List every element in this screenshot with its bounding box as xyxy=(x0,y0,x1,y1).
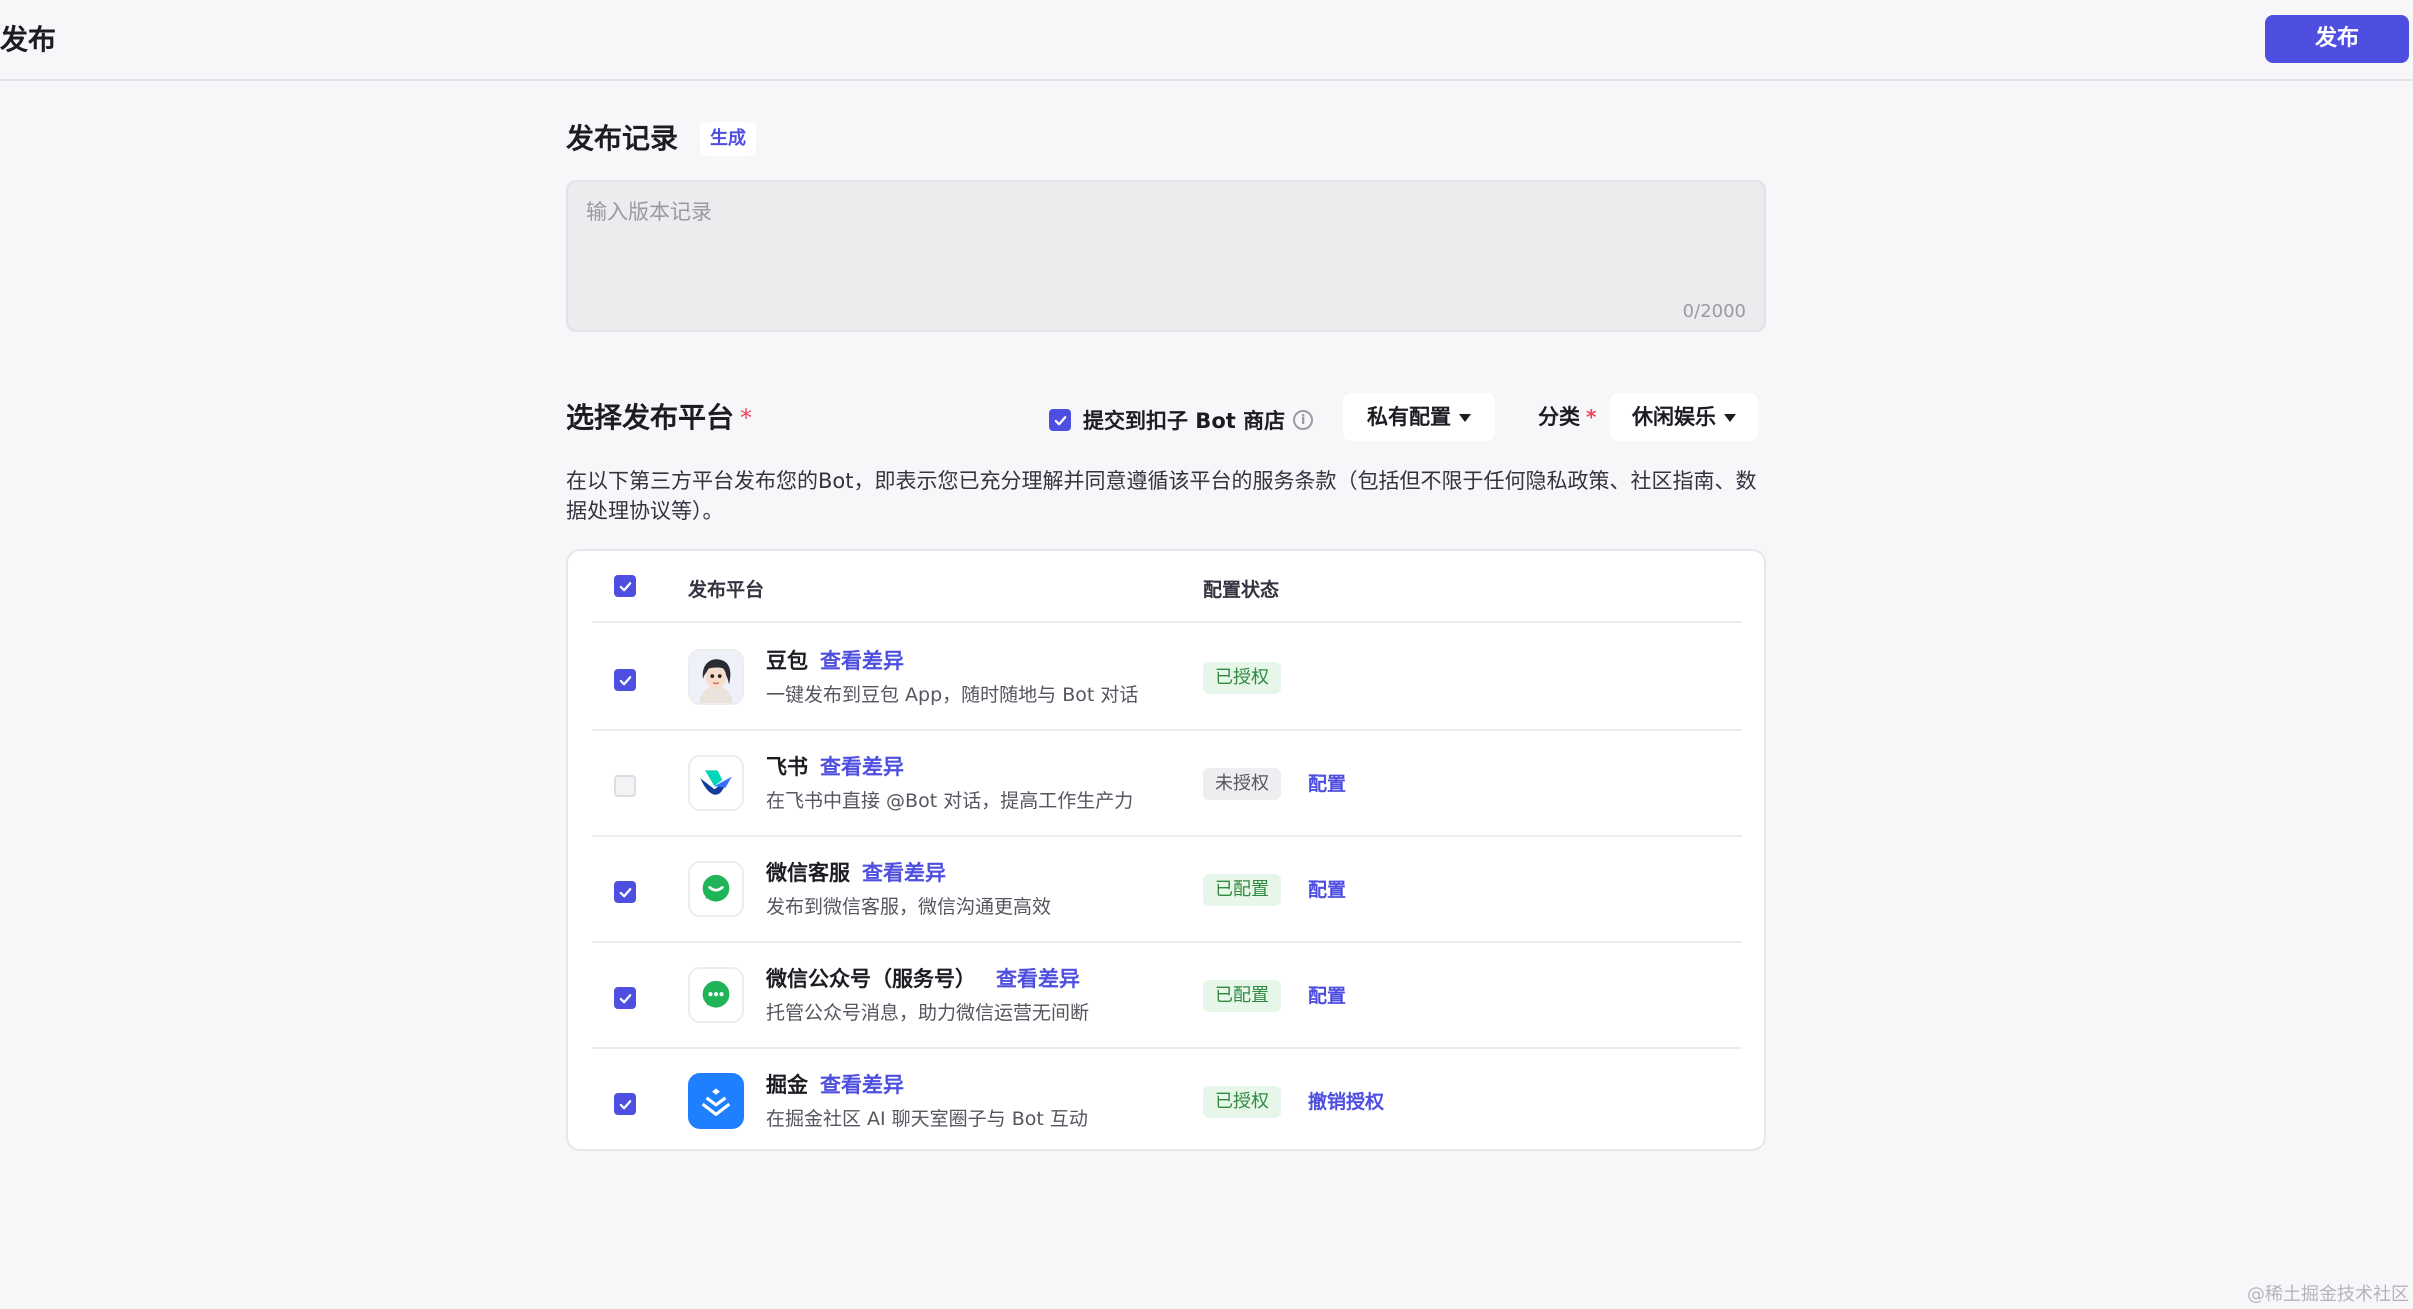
platform-name: 微信公众号（服务号） 查看差异 xyxy=(766,963,1080,993)
platform-table: 发布平台 配置状态 豆包 查看差异 一键发布到豆包 App，随时随地与 Bot … xyxy=(566,549,1766,1151)
platform-description: 发布到微信客服，微信沟通更高效 xyxy=(766,896,1052,918)
revoke-authorization-link[interactable]: 撤销授权 xyxy=(1308,1087,1384,1114)
platform-name: 微信客服 查看差异 xyxy=(766,857,946,887)
table-row: 微信客服 查看差异 发布到微信客服，微信沟通更高效 已配置 配置 xyxy=(592,837,1742,943)
privacy-dropdown-label: 私有配置 xyxy=(1367,405,1451,429)
status-badge: 已配置 xyxy=(1203,980,1281,1012)
platform-name-text: 飞书 xyxy=(766,755,808,779)
platform-name: 豆包 查看差异 xyxy=(766,645,904,675)
wechat-official-icon xyxy=(688,967,744,1023)
category-label: 分类 xyxy=(1538,405,1580,429)
platform-name-text: 豆包 xyxy=(766,649,808,673)
release-notes-field: 0/2000 xyxy=(566,180,1766,332)
wechat-service-icon xyxy=(688,861,744,917)
caret-down-icon xyxy=(1724,414,1736,422)
release-notes-header: 发布记录 生成 xyxy=(566,119,757,159)
doubao-avatar-icon xyxy=(688,649,744,705)
release-notes-title: 发布记录 xyxy=(566,122,679,155)
view-diff-link[interactable]: 查看差异 xyxy=(862,861,946,885)
configure-link[interactable]: 配置 xyxy=(1308,769,1346,796)
row-checkbox[interactable] xyxy=(614,775,636,797)
category-label-group: 分类 * xyxy=(1538,401,1596,431)
char-counter: 0/2000 xyxy=(1682,301,1746,322)
row-checkbox[interactable] xyxy=(614,881,636,903)
select-all-checkbox[interactable] xyxy=(614,575,636,597)
platform-description: 在飞书中直接 @Bot 对话，提高工作生产力 xyxy=(766,790,1134,812)
feishu-icon xyxy=(688,755,744,811)
table-row: 掘金 查看差异 在掘金社区 AI 聊天室圈子与 Bot 互动 已授权 撤销授权 xyxy=(592,1049,1742,1155)
table-header: 发布平台 配置状态 xyxy=(592,551,1742,623)
bot-store-checkbox[interactable] xyxy=(1049,409,1071,431)
platform-description: 托管公众号消息，助力微信运营无间断 xyxy=(766,1002,1090,1024)
check-icon xyxy=(619,887,631,897)
row-checkbox[interactable] xyxy=(614,1093,636,1115)
view-diff-link[interactable]: 查看差异 xyxy=(820,1073,904,1097)
platform-description: 在掘金社区 AI 聊天室圈子与 Bot 互动 xyxy=(766,1108,1088,1130)
info-icon[interactable]: i xyxy=(1293,410,1314,430)
column-header-platform: 发布平台 xyxy=(688,579,765,601)
check-icon xyxy=(619,1099,631,1109)
table-row: 飞书 查看差异 在飞书中直接 @Bot 对话，提高工作生产力 未授权 配置 xyxy=(592,731,1742,837)
category-required-mark: * xyxy=(1586,405,1597,429)
top-bar: 发布 发布 xyxy=(0,0,2413,81)
view-diff-link[interactable]: 查看差异 xyxy=(820,755,904,779)
watermark: @稀土掘金技术社区 xyxy=(2247,1284,2409,1305)
generate-button[interactable]: 生成 xyxy=(700,122,757,156)
category-dropdown[interactable]: 休闲娱乐 xyxy=(1610,393,1758,441)
view-diff-link[interactable]: 查看差异 xyxy=(996,967,1080,991)
check-icon xyxy=(619,581,631,591)
platform-name: 掘金 查看差异 xyxy=(766,1069,904,1099)
platform-name-text: 掘金 xyxy=(766,1073,808,1097)
bot-store-label: 提交到扣子 Bot 商店 xyxy=(1083,409,1286,433)
platform-name-text: 微信公众号（服务号） xyxy=(766,967,976,991)
publish-controls: 提交到扣子 Bot 商店 i 私有配置 分类 * 休闲娱乐 xyxy=(566,393,1766,441)
row-checkbox[interactable] xyxy=(614,987,636,1009)
juejin-icon xyxy=(688,1073,744,1129)
configure-link[interactable]: 配置 xyxy=(1308,875,1346,902)
page-title: 发布 xyxy=(0,23,57,56)
release-notes-input[interactable] xyxy=(568,182,1764,292)
check-icon xyxy=(619,675,631,685)
publish-button[interactable]: 发布 xyxy=(2265,15,2409,63)
status-badge: 未授权 xyxy=(1203,768,1281,800)
column-header-status: 配置状态 xyxy=(1203,579,1280,601)
status-badge: 已授权 xyxy=(1203,662,1281,694)
status-badge: 已授权 xyxy=(1203,1086,1281,1118)
platform-name-text: 微信客服 xyxy=(766,861,850,885)
check-icon xyxy=(619,993,631,1003)
table-row: 微信公众号（服务号） 查看差异 托管公众号消息，助力微信运营无间断 已配置 配置 xyxy=(592,943,1742,1049)
row-checkbox[interactable] xyxy=(614,669,636,691)
configure-link[interactable]: 配置 xyxy=(1308,981,1346,1008)
terms-disclaimer: 在以下第三方平台发布您的Bot，即表示您已充分理解并同意遵循该平台的服务条款（包… xyxy=(566,469,1757,523)
status-badge: 已配置 xyxy=(1203,874,1281,906)
bot-store-option[interactable]: 提交到扣子 Bot 商店 i xyxy=(1049,405,1314,435)
caret-down-icon xyxy=(1459,414,1471,422)
platform-name: 飞书 查看差异 xyxy=(766,751,904,781)
view-diff-link[interactable]: 查看差异 xyxy=(820,649,904,673)
category-dropdown-value: 休闲娱乐 xyxy=(1632,405,1716,429)
check-icon xyxy=(1054,415,1066,425)
table-row: 豆包 查看差异 一键发布到豆包 App，随时随地与 Bot 对话 已授权 xyxy=(592,625,1742,731)
platform-description: 一键发布到豆包 App，随时随地与 Bot 对话 xyxy=(766,684,1139,706)
privacy-dropdown[interactable]: 私有配置 xyxy=(1343,393,1495,441)
